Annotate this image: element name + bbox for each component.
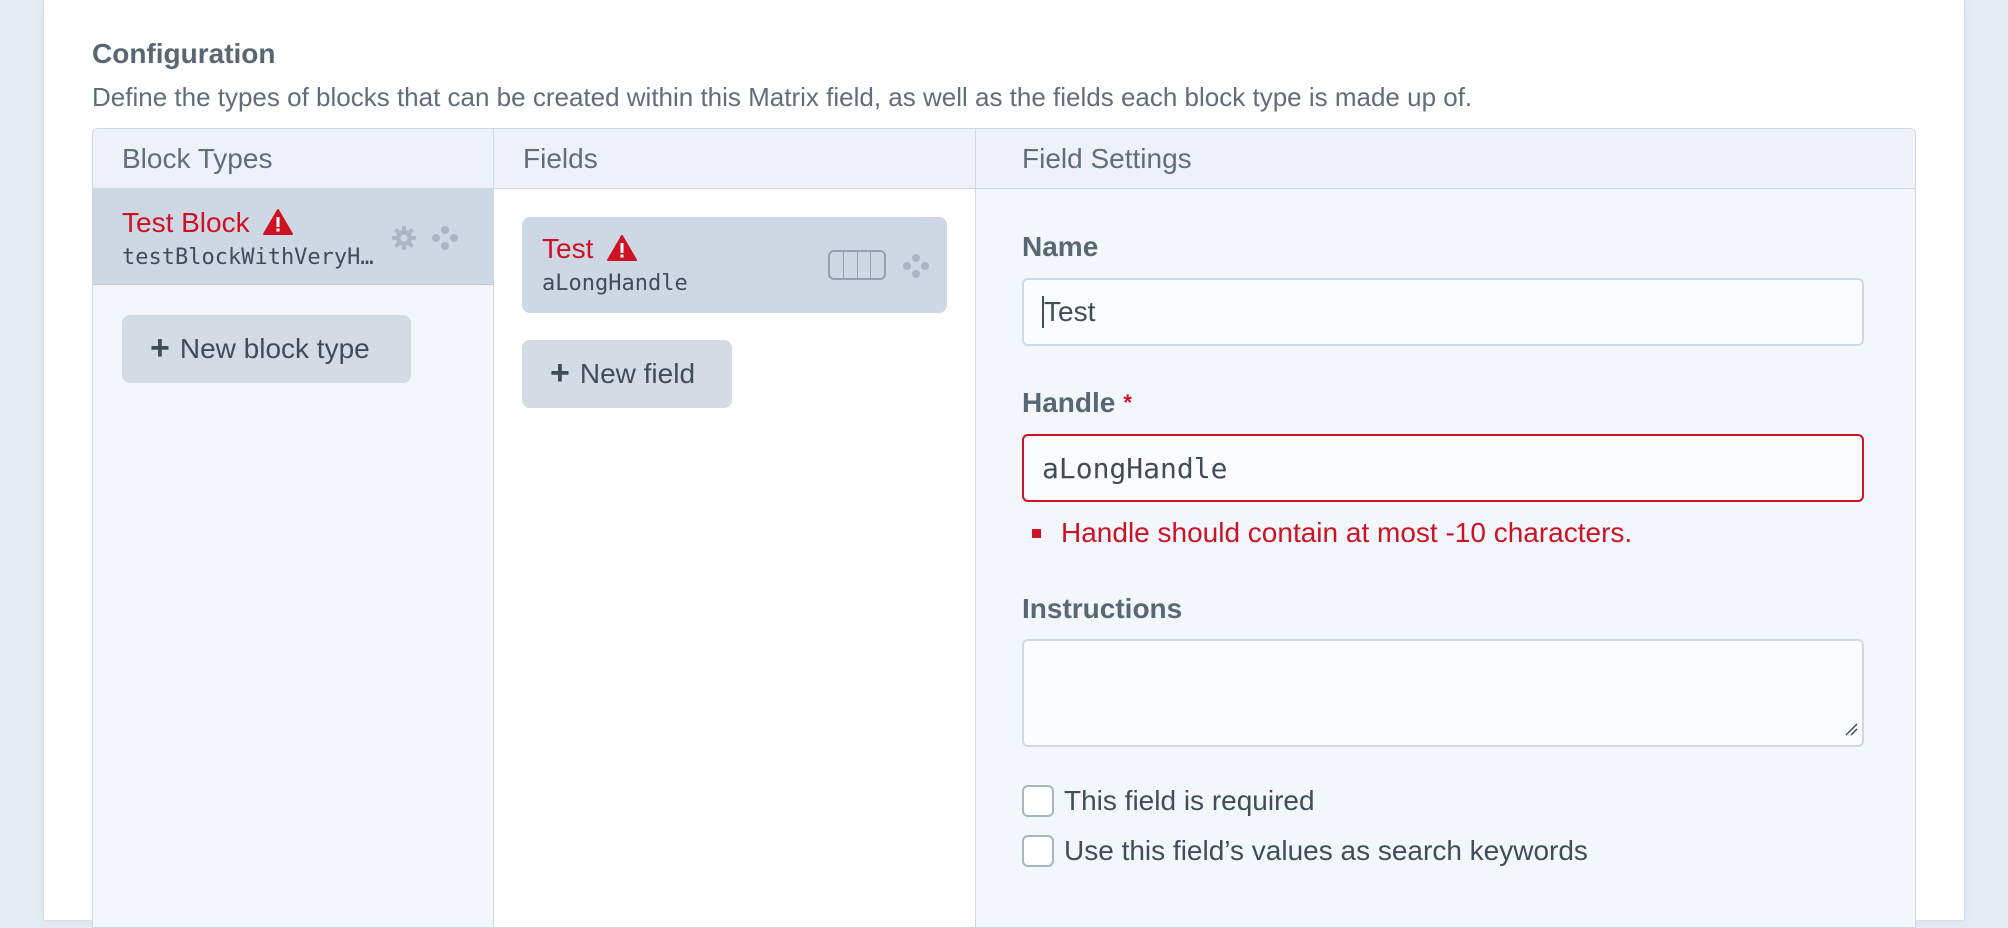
handle-error: Handle should contain at most -10 charac… bbox=[1022, 517, 1632, 549]
block-type-name: Test Block bbox=[122, 207, 250, 238]
handle-label: Handle bbox=[1022, 387, 1116, 418]
configuration-heading: Configuration bbox=[92, 38, 276, 69]
block-type-item[interactable]: Test Block testBlockWithVeryH… bbox=[93, 189, 493, 285]
name-input[interactable]: Test bbox=[1022, 278, 1864, 346]
settings-card: Configuration Define the types of blocks… bbox=[44, 0, 1964, 928]
handle-error-text: Handle should contain at most -10 charac… bbox=[1061, 517, 1633, 548]
new-field-label: New field bbox=[579, 358, 696, 389]
error-bullet-icon bbox=[1032, 528, 1041, 538]
handle-input-value: aLongHandle bbox=[1042, 451, 1228, 485]
field-settings-header: Field Settings bbox=[976, 129, 1915, 189]
fields-header: Fields bbox=[494, 129, 975, 189]
block-types-column: Block Types Test Block testBlockWithVery… bbox=[93, 129, 494, 927]
resize-handle-icon[interactable] bbox=[1844, 722, 1858, 741]
search-keywords-checkbox-label: Use this field’s values as search keywor… bbox=[1064, 835, 1588, 866]
instructions-textarea[interactable] bbox=[1022, 639, 1864, 747]
block-type-name-row: Test Block bbox=[122, 207, 294, 243]
search-keywords-checkbox-row[interactable]: Use this field’s values as search keywor… bbox=[1022, 835, 1588, 867]
field-name: Test bbox=[542, 233, 594, 264]
instructions-label: Instructions bbox=[1022, 593, 1183, 624]
required-checkbox-label: This field is required bbox=[1064, 785, 1315, 816]
warning-icon bbox=[607, 234, 638, 269]
handle-input[interactable]: aLongHandle bbox=[1022, 434, 1864, 502]
configuration-description: Define the types of blocks that can be c… bbox=[92, 82, 1473, 112]
asterisk-icon: * bbox=[1123, 390, 1132, 415]
fields-column: Fields Test aLongHandle + New field bbox=[494, 129, 976, 927]
handle-label-row: Handle * bbox=[1022, 387, 1132, 419]
plus-icon: + bbox=[550, 353, 570, 392]
gear-icon[interactable] bbox=[391, 225, 417, 256]
name-input-value: Test bbox=[1044, 296, 1096, 327]
move-icon[interactable] bbox=[902, 253, 930, 284]
field-name-row: Test bbox=[542, 233, 638, 269]
new-block-type-button[interactable]: + New block type bbox=[122, 315, 411, 383]
required-checkbox[interactable] bbox=[1022, 785, 1054, 817]
field-item[interactable]: Test aLongHandle bbox=[522, 217, 947, 313]
plus-icon: + bbox=[150, 328, 170, 367]
name-label: Name bbox=[1022, 231, 1099, 262]
search-keywords-checkbox[interactable] bbox=[1022, 835, 1054, 867]
matrix-configurator: Block Types Test Block testBlockWithVery… bbox=[92, 128, 1916, 928]
required-checkbox-row[interactable]: This field is required bbox=[1022, 785, 1315, 817]
field-handle: aLongHandle bbox=[542, 271, 688, 296]
move-icon[interactable] bbox=[431, 225, 459, 256]
field-width-icon[interactable] bbox=[828, 250, 886, 280]
warning-icon bbox=[263, 208, 294, 243]
block-types-header: Block Types bbox=[93, 129, 493, 189]
block-type-handle: testBlockWithVeryH… bbox=[122, 245, 374, 270]
new-block-type-label: New block type bbox=[179, 333, 370, 364]
new-field-button[interactable]: + New field bbox=[522, 340, 732, 408]
field-settings-column: Field Settings Name Test Handle * aLongHa… bbox=[976, 129, 1915, 927]
